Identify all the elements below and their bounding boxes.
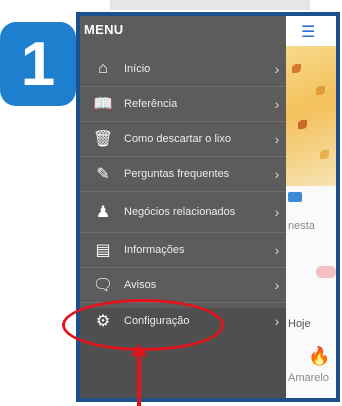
chevron-right-icon: › — [274, 242, 280, 258]
menu-item-label: Perguntas frequentes — [124, 168, 230, 180]
app-content: ☰ nesta Hoje 🔥 Amarelo — [286, 16, 336, 398]
chevron-right-icon: › — [274, 96, 280, 112]
fire-icon: 🔥 — [308, 346, 331, 366]
menu-item-avisos[interactable]: 🗨 Avisos › — [80, 268, 286, 302]
menu-item-label: Negócios relacionados — [124, 206, 236, 218]
menu-item-como-descartar[interactable]: 🗑 Como descartar o lixo › — [80, 122, 286, 156]
trash-icon: 🗑 — [92, 131, 114, 148]
menu-item-referencia[interactable]: 📖 Referência › — [80, 87, 286, 121]
menu-item-informacoes[interactable]: ▤ Informações › — [80, 233, 286, 267]
drawer-title: MENU — [84, 22, 124, 37]
chevron-right-icon: › — [274, 166, 280, 182]
book-icon: 📖 — [93, 96, 113, 113]
edit-icon: ✎ — [96, 166, 110, 183]
menu-item-negocios[interactable]: ♟ Negócios relacionados › — [80, 192, 286, 232]
chevron-right-icon: › — [274, 61, 280, 77]
hamburger-icon[interactable]: ☰ — [301, 22, 315, 42]
chevron-right-icon: › — [274, 277, 280, 293]
chevron-right-icon: › — [274, 131, 280, 147]
message-icon: 🗨 — [92, 277, 114, 294]
menu-item-perguntas[interactable]: ✎ Perguntas frequentes › — [80, 157, 286, 191]
menu-item-label: Início — [124, 63, 151, 75]
chevron-right-icon: › — [274, 313, 280, 329]
background-text: Hoje — [288, 318, 311, 330]
background-text: Amarelo — [288, 372, 329, 384]
person-icon: ♟ — [95, 204, 111, 221]
info-icon: ▤ — [95, 242, 111, 259]
home-icon: ⌂ — [98, 60, 108, 77]
app-header: ☰ — [286, 16, 336, 46]
banner-image — [286, 46, 336, 186]
menu-item-label: Avisos — [124, 279, 157, 291]
leaf-icon — [320, 150, 329, 159]
menu-item-label: Informações — [124, 244, 185, 256]
menu-item-label: Como descartar o lixo — [124, 133, 231, 145]
top-strip — [110, 0, 310, 10]
leaf-icon — [316, 86, 325, 95]
chevron-right-icon: › — [274, 204, 280, 220]
menu-item-inicio[interactable]: ⌂ Início › — [80, 52, 286, 86]
arrow-shaft — [137, 352, 141, 406]
decor-blob — [316, 266, 336, 278]
step-badge: 1 — [0, 22, 76, 106]
menu-item-label: Referência — [124, 98, 178, 110]
leaf-icon — [292, 64, 301, 73]
leaf-icon — [298, 120, 307, 129]
background-text: nesta — [288, 220, 315, 232]
tag-chip — [288, 192, 302, 202]
